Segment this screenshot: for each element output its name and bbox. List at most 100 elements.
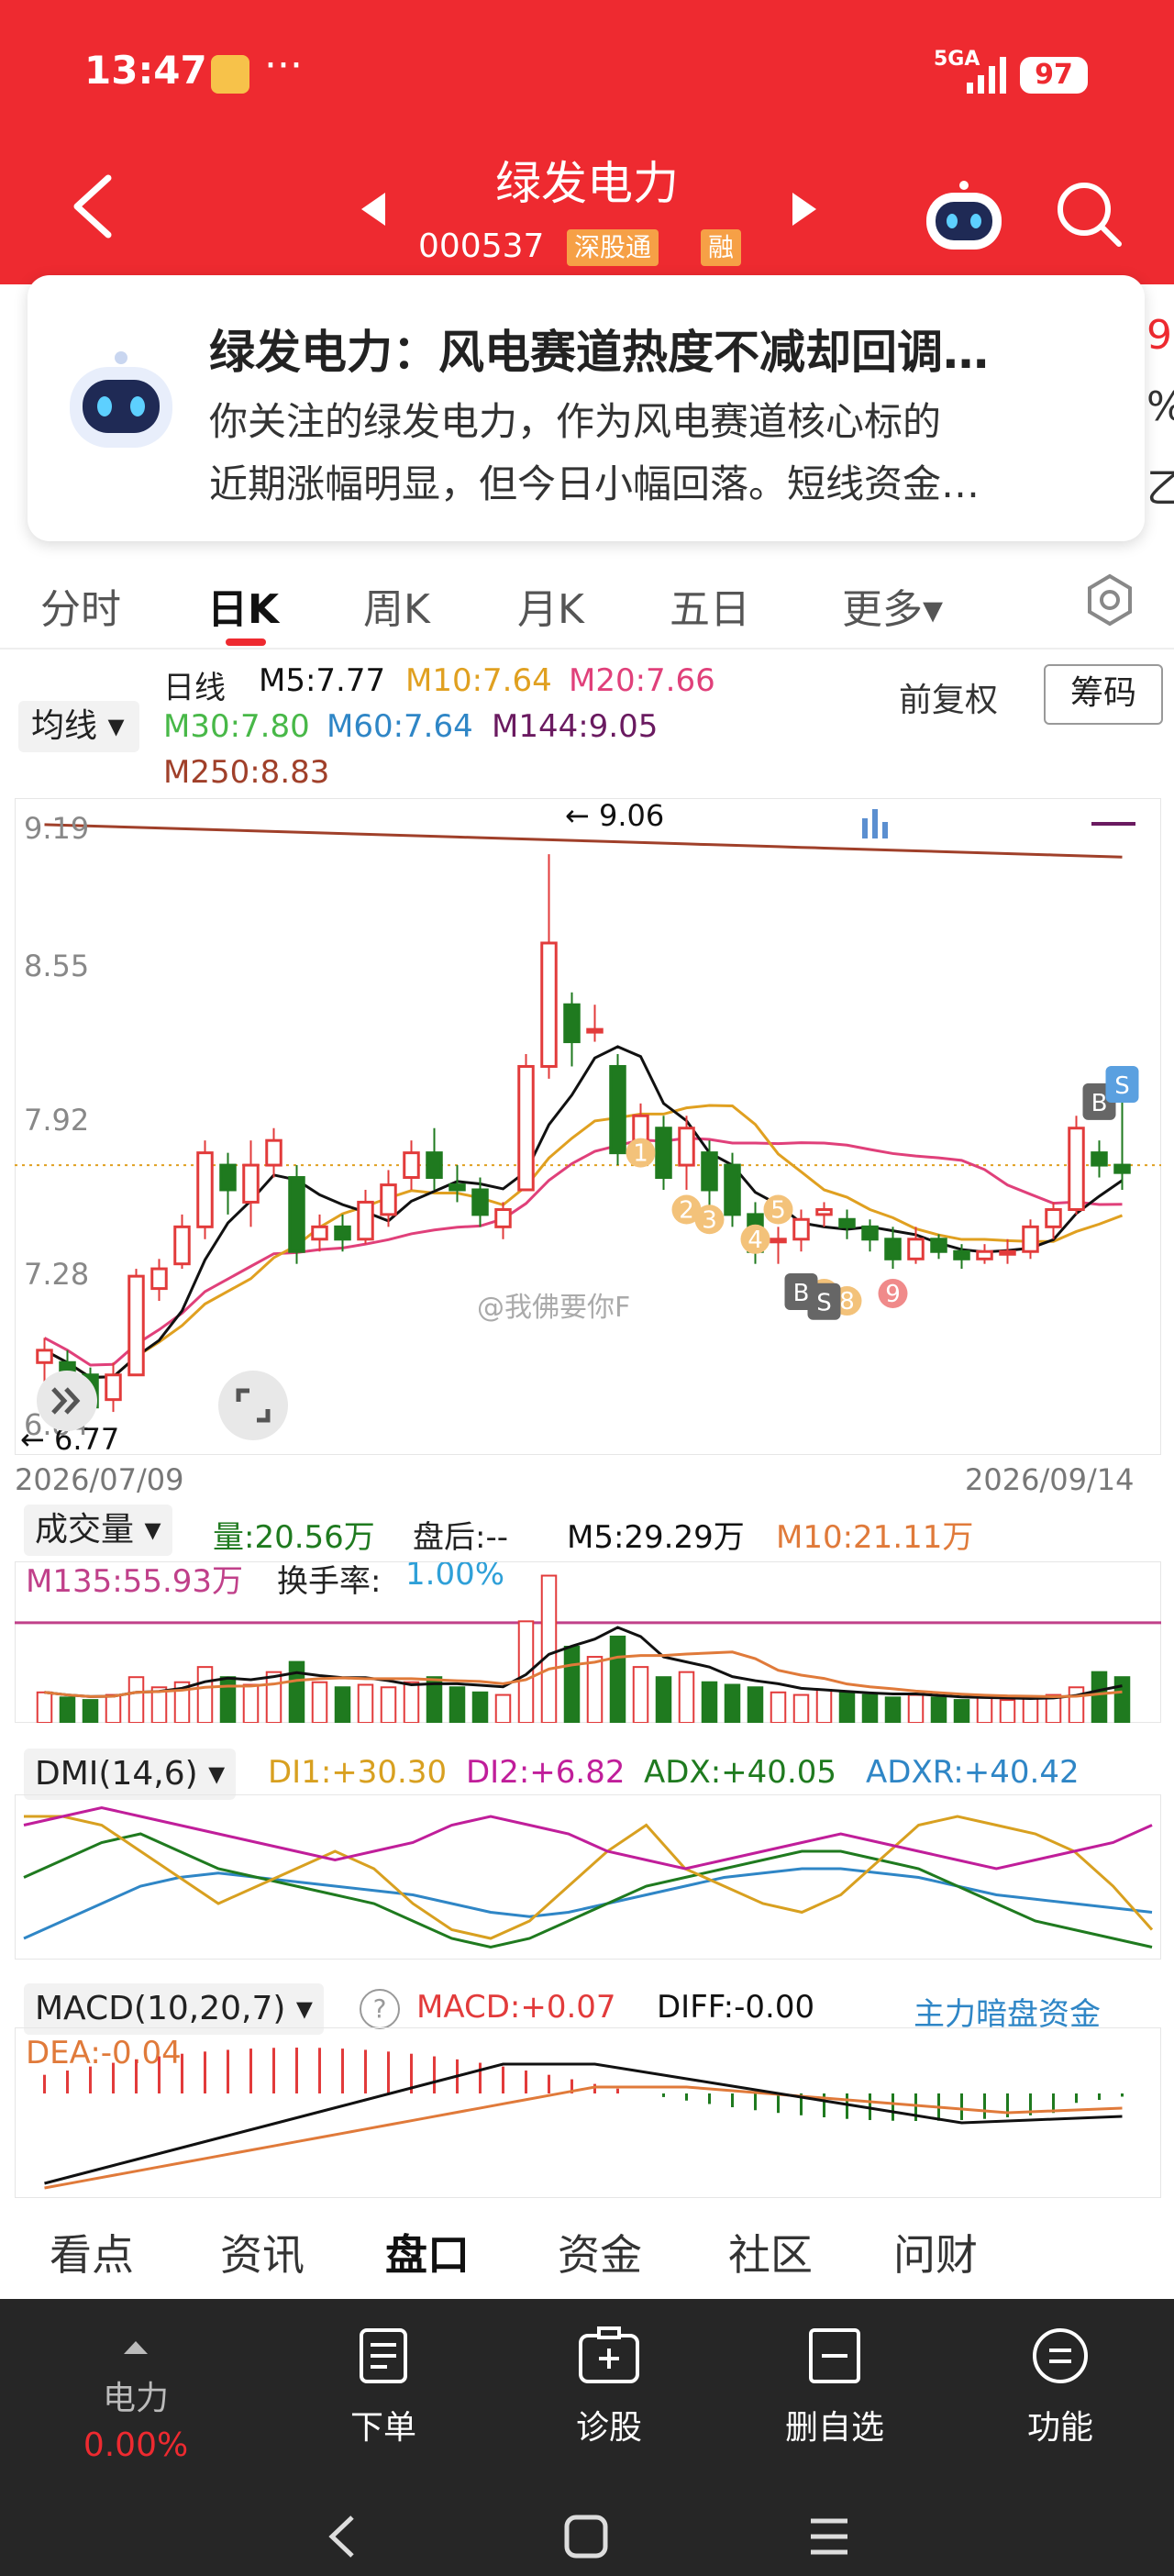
volume-value: 量:20.56万 bbox=[213, 1519, 375, 1556]
volume-bar bbox=[265, 1671, 282, 1723]
candle-body bbox=[1068, 1127, 1085, 1212]
volume-dropdown[interactable]: 成交量 ▾ bbox=[24, 1505, 172, 1556]
tab-monthly-k[interactable]: 月K bbox=[517, 576, 584, 635]
tag-margin: 融 bbox=[701, 229, 742, 266]
news-peek-1: 9 bbox=[1146, 312, 1172, 359]
ma-dropdown[interactable]: 均线 ▾ bbox=[18, 701, 139, 752]
volume-bar bbox=[357, 1683, 374, 1723]
candle-body bbox=[930, 1238, 947, 1253]
candle-body bbox=[494, 1208, 512, 1228]
volume-bar bbox=[792, 1693, 810, 1723]
line-style-icon[interactable] bbox=[1088, 816, 1139, 831]
chart-tab-bar: 分时 日K 周K 月K 五日 更多▾ bbox=[0, 556, 1174, 650]
signal-mark-label: 1 bbox=[633, 1140, 648, 1168]
expand-panel-icon[interactable] bbox=[35, 1369, 99, 1433]
chart-settings-icon[interactable] bbox=[1082, 572, 1137, 627]
candle-body bbox=[219, 1163, 237, 1192]
candle-body bbox=[150, 1267, 168, 1291]
sector-item[interactable]: 电力 0.00% bbox=[53, 2326, 218, 2464]
news-line-2: 近期涨幅明显，但今日小幅回落。短线资金… bbox=[209, 461, 980, 506]
remove-watchlist-button[interactable]: 删自选 bbox=[752, 2326, 917, 2448]
chips-button[interactable]: 筹码 bbox=[1044, 664, 1163, 725]
seg-tab-community[interactable]: 社区 bbox=[728, 2222, 813, 2282]
system-home-icon[interactable] bbox=[563, 2514, 609, 2559]
volume-bar bbox=[884, 1696, 902, 1723]
volume-bar bbox=[655, 1676, 672, 1723]
tab-weekly-k[interactable]: 周K bbox=[363, 576, 430, 635]
tab-more[interactable]: 更多▾ bbox=[842, 576, 943, 635]
status-more: ··· bbox=[264, 42, 303, 89]
candle-body bbox=[563, 1003, 581, 1044]
macd-help-icon[interactable]: ? bbox=[360, 1989, 400, 2029]
macd-chart bbox=[15, 2027, 1161, 2198]
more-functions-button[interactable]: 功能 bbox=[978, 2326, 1143, 2448]
trade-mark-label: S bbox=[816, 1290, 832, 1317]
news-line-1: 你关注的绿发电力，作为风电赛道核心标的 bbox=[209, 399, 942, 444]
buy-label: 下单 bbox=[349, 2409, 416, 2447]
candle-body bbox=[884, 1238, 902, 1260]
diagnose-button[interactable]: 诊股 bbox=[526, 2326, 692, 2448]
volume-bar bbox=[563, 1646, 581, 1723]
candle-body bbox=[655, 1127, 672, 1180]
candle-body bbox=[334, 1225, 351, 1241]
status-time: 13:47 bbox=[84, 48, 207, 93]
candle-body bbox=[976, 1249, 993, 1260]
volume-bar bbox=[724, 1683, 741, 1723]
candle-body bbox=[770, 1238, 787, 1244]
seg-tab-wencai[interactable]: 问财 bbox=[893, 2222, 978, 2282]
seg-tab-quote[interactable]: 盘口 bbox=[385, 2222, 470, 2282]
candle-body bbox=[1091, 1151, 1108, 1167]
dmi-dropdown[interactable]: DMI(14,6) ▾ bbox=[24, 1749, 237, 1800]
date-end: 2026/09/14 bbox=[965, 1462, 1135, 1497]
volume-bar bbox=[59, 1696, 76, 1723]
news-card[interactable]: 绿发电力：风电赛道热度不减却回调… 你关注的绿发电力，作为风电赛道核心标的 近期… bbox=[28, 275, 1145, 541]
volume-bar bbox=[632, 1666, 649, 1723]
fullscreen-icon[interactable] bbox=[216, 1369, 290, 1442]
candle-body bbox=[907, 1238, 925, 1260]
ma-m144: M144:9.05 bbox=[492, 708, 659, 745]
macd-diff: DIFF:-0.00 bbox=[657, 1989, 815, 2026]
tab-daily-k[interactable]: 日K bbox=[207, 576, 279, 635]
date-start: 2026/07/09 bbox=[15, 1462, 184, 1497]
ai-robot-icon[interactable] bbox=[923, 180, 1005, 255]
watermark: @我佛要你F bbox=[477, 1292, 631, 1324]
system-back-icon[interactable] bbox=[327, 2514, 356, 2559]
candle-body bbox=[196, 1151, 214, 1228]
candle-body bbox=[1022, 1225, 1039, 1253]
search-icon[interactable] bbox=[1055, 180, 1123, 248]
stock-code: 000537 bbox=[418, 228, 545, 265]
ma-m60: M60:7.64 bbox=[327, 708, 473, 745]
volume-bar bbox=[517, 1620, 535, 1723]
tab-intraday[interactable]: 分时 bbox=[40, 576, 121, 635]
signal-mark-label: 9 bbox=[885, 1281, 901, 1308]
volume-m5: M5:29.29万 bbox=[567, 1519, 745, 1556]
kline-chart[interactable]: 123456789BSBS bbox=[15, 798, 1161, 1455]
seg-tab-news[interactable]: 资讯 bbox=[220, 2222, 305, 2282]
y-tick-4: 7.28 bbox=[24, 1257, 90, 1292]
candle-body bbox=[632, 1114, 649, 1142]
seg-tab-highlights[interactable]: 看点 bbox=[50, 2222, 134, 2282]
volume-chart bbox=[15, 1561, 1161, 1723]
tag-shenguton: 深股通 bbox=[567, 229, 659, 266]
y-tick-2: 8.55 bbox=[24, 949, 90, 983]
candle-body bbox=[724, 1163, 741, 1216]
volume-bar bbox=[82, 1699, 99, 1723]
news-peek-3: 乙 bbox=[1146, 465, 1174, 512]
candle-body bbox=[311, 1225, 328, 1241]
candle-body bbox=[678, 1127, 695, 1167]
candle-body bbox=[173, 1225, 191, 1266]
candle-body bbox=[471, 1188, 489, 1216]
chart-type-icon[interactable] bbox=[857, 805, 893, 842]
buy-button[interactable]: 下单 bbox=[301, 2326, 466, 2448]
system-recents-icon[interactable] bbox=[807, 2514, 851, 2559]
macd-frame bbox=[15, 2027, 1161, 2198]
news-robot-icon bbox=[70, 351, 172, 448]
seg-tab-funds[interactable]: 资金 bbox=[558, 2222, 642, 2282]
volume-bar bbox=[105, 1693, 122, 1723]
tab-five-day[interactable]: 五日 bbox=[670, 576, 750, 635]
volume-bar bbox=[494, 1693, 512, 1723]
volume-bar bbox=[334, 1686, 351, 1723]
fuquan-toggle[interactable]: 前复权 bbox=[899, 673, 998, 721]
volume-bar bbox=[219, 1676, 237, 1723]
dmi-di1: DI1:+30.30 bbox=[268, 1754, 448, 1791]
